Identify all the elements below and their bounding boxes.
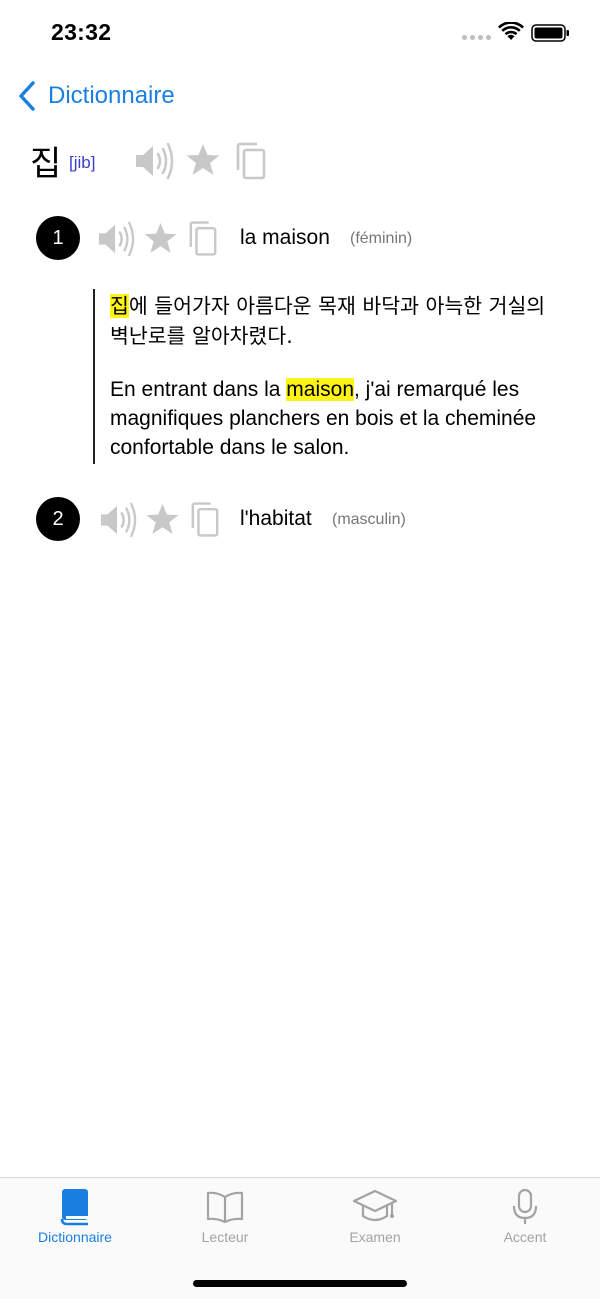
back-button[interactable]: Dictionnaire: [16, 80, 175, 112]
back-button-label: Dictionnaire: [48, 82, 175, 109]
copy-icon[interactable]: [188, 220, 218, 257]
sense-gender: (féminin): [350, 230, 413, 247]
sense-number-badge: 1: [36, 216, 80, 260]
book-icon: [60, 1189, 88, 1226]
example-french: En entrant dans la maison, j'ai remarqué…: [110, 375, 575, 462]
sense-number-badge: 2: [36, 497, 80, 541]
status-time: 23:32: [51, 19, 112, 45]
tab-examen[interactable]: Examen: [300, 1188, 450, 1258]
romanization: [jib]: [69, 153, 96, 172]
headword-row: 집 [jib]: [30, 132, 590, 192]
cellular-signal-icon: [462, 35, 491, 40]
tab-accent[interactable]: Accent: [450, 1188, 600, 1258]
speaker-icon[interactable]: [99, 502, 137, 538]
headword: 집: [30, 144, 62, 184]
star-icon[interactable]: [185, 143, 221, 177]
example-korean-highlight: 집: [110, 294, 129, 318]
sense-translation: l'habitat: [240, 507, 312, 530]
example-french-before: En entrant dans la: [110, 378, 287, 401]
wifi-icon: [498, 22, 524, 40]
example-french-highlight: maison: [286, 378, 354, 401]
sense-gender: (masculin): [332, 511, 406, 528]
tab-label: Dictionnaire: [38, 1229, 112, 1245]
tab-label: Accent: [503, 1229, 547, 1245]
speaker-icon[interactable]: [97, 221, 135, 257]
tab-label: Lecteur: [201, 1229, 249, 1245]
open-book-icon: [206, 1191, 244, 1224]
home-indicator[interactable]: [193, 1280, 407, 1287]
copy-icon[interactable]: [190, 501, 220, 538]
tab-lecteur[interactable]: Lecteur: [150, 1188, 300, 1258]
copy-icon[interactable]: [235, 142, 267, 180]
tab-dictionnaire[interactable]: Dictionnaire: [0, 1188, 150, 1258]
chevron-left-icon: [19, 81, 35, 111]
speaker-icon[interactable]: [134, 142, 174, 180]
example-block: 집에 들어가자 아름다운 목재 바닥과 아늑한 거실의 벽난로를 알아차렸다. …: [93, 289, 573, 464]
graduation-cap-icon: [352, 1189, 398, 1222]
star-icon[interactable]: [143, 222, 178, 255]
battery-icon: [531, 24, 569, 42]
microphone-icon: [512, 1188, 538, 1224]
star-icon[interactable]: [145, 503, 180, 536]
example-korean: 집에 들어가자 아름다운 목재 바닥과 아늑한 거실의 벽난로를 알아차렸다.: [110, 291, 570, 351]
example-korean-text: 에 들어가자 아름다운 목재 바닥과 아늑한 거실의 벽난로를 알아차렸다.: [110, 294, 546, 348]
status-bar: 23:32: [0, 0, 600, 66]
sense-translation: la maison: [240, 226, 330, 249]
tab-label: Examen: [349, 1229, 401, 1245]
